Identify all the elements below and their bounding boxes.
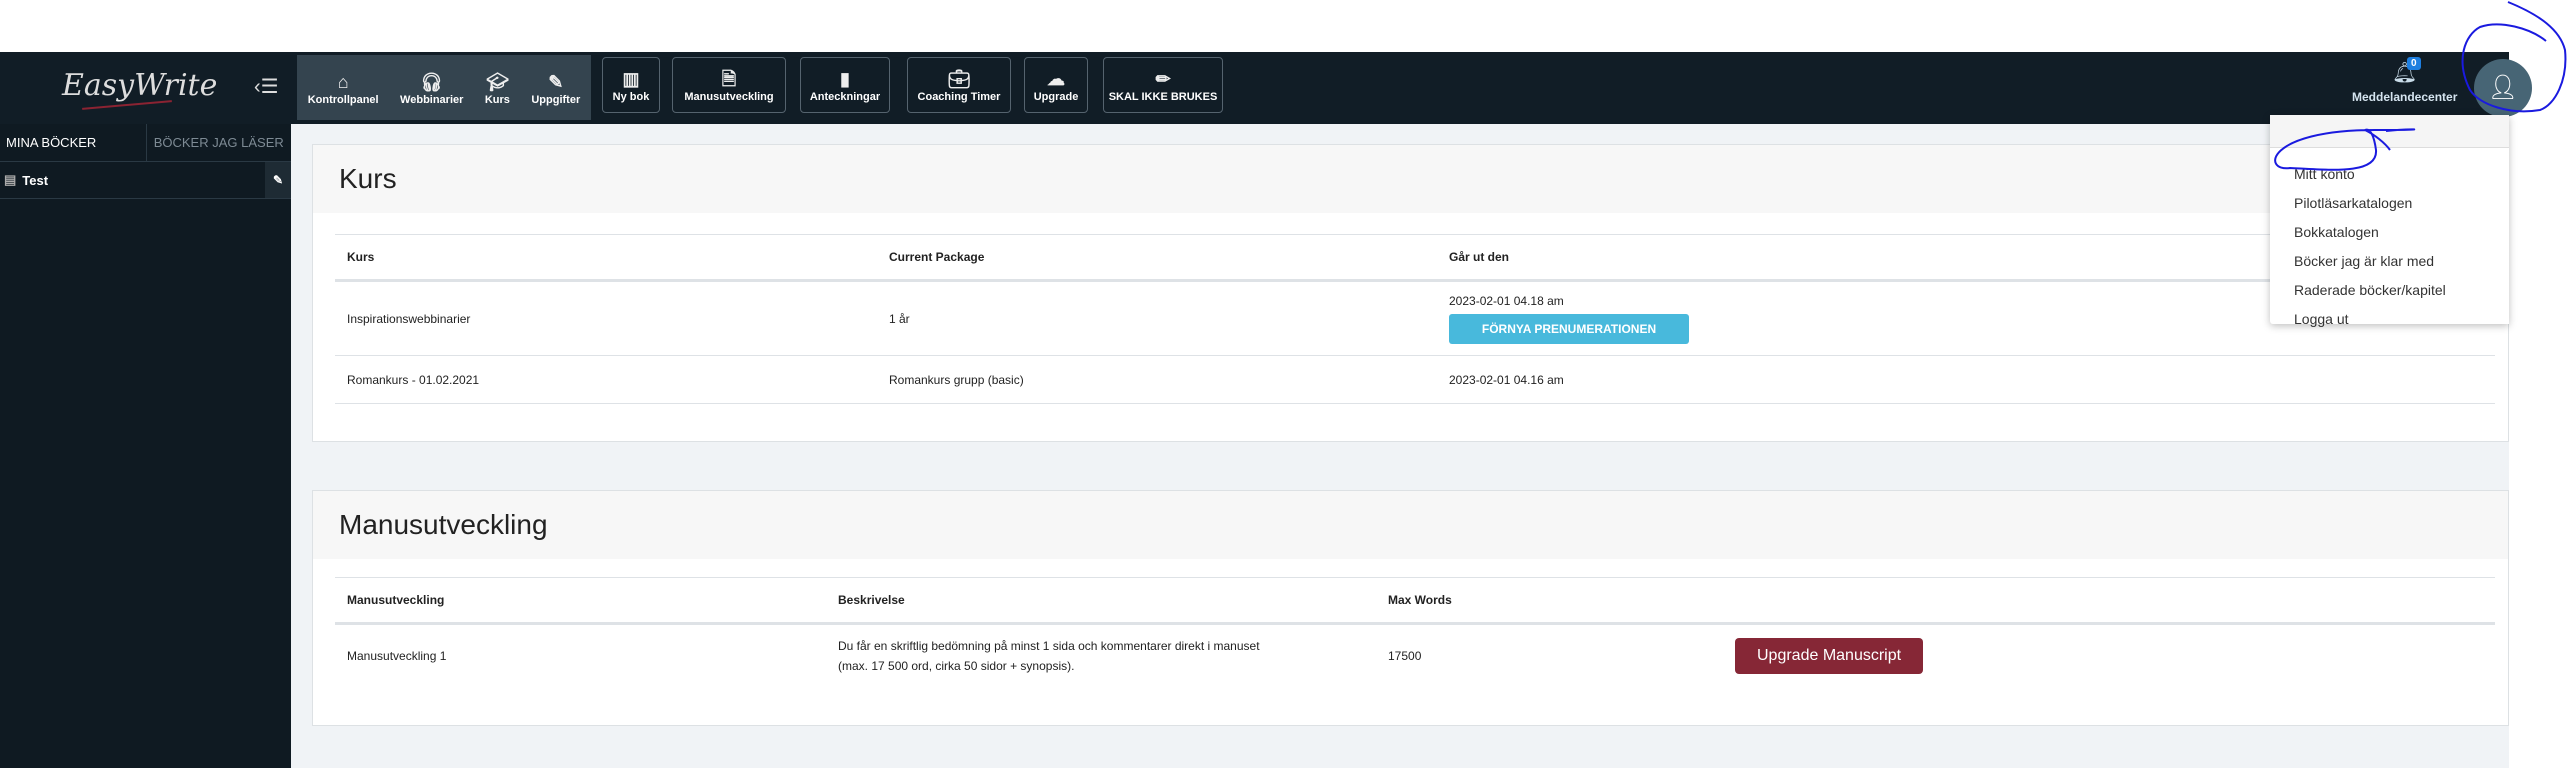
nav-kontrollpanel[interactable]: ⌂ Kontrollpanel — [308, 70, 379, 106]
nav-anteckningar[interactable]: ▮ Anteckningar — [800, 57, 890, 113]
menu-bokkatalogen[interactable]: Bokkatalogen — [2270, 218, 2509, 247]
book-icon: ▤ — [4, 172, 17, 187]
logo-text: EasyWrite — [62, 68, 218, 103]
user-icon: 👤︎ — [2487, 74, 2519, 101]
manus-table: Manusutveckling Beskrivelse Max Words Manu… — [335, 577, 2495, 688]
nav-group: ⌂ Kontrollpanel 🎧︎ Webbinarier 🎓︎ Kurs ✎ Upp… — [297, 55, 591, 120]
cell: Inspirationswebbinarier — [335, 280, 877, 356]
menu-bocker-klar[interactable]: Böcker jag är klar med — [2270, 247, 2509, 276]
note-icon: ▮ — [840, 69, 850, 89]
notification-badge: 0 — [2407, 57, 2421, 70]
table-row: Romankurs - 01.02.2021 Romankurs grupp (b… — [335, 355, 2495, 404]
col-header: Beskrivelse — [826, 577, 1376, 625]
nav-label: Upgrade — [1033, 91, 1079, 103]
kurs-card: Kurs Kurs Current Package Går ut den Inspi… — [312, 144, 2509, 442]
menu-raderade[interactable]: Raderade böcker/kapitel — [2270, 276, 2509, 305]
nav-label: Uppgifter — [531, 93, 581, 106]
main-content: Kurs Kurs Current Package Går ut den Inspi… — [291, 124, 2509, 768]
col-header: Kurs — [335, 234, 877, 282]
nav-kurs[interactable]: 🎓︎ Kurs — [485, 70, 510, 106]
graduation-cap-icon: 🎓︎ — [485, 71, 509, 92]
word-file-icon: 🗎︎ — [721, 69, 737, 89]
book-icon: ▥ — [622, 69, 640, 89]
book-title: Test — [22, 172, 49, 188]
nav-coaching-timer[interactable]: 💼︎ Coaching Timer — [907, 57, 1011, 113]
user-avatar-button[interactable]: 👤︎ — [2474, 59, 2532, 117]
headset-icon: 🎧︎ — [420, 71, 444, 92]
table-row: Manusutveckling 1 Du får en skriftlig bed… — [335, 624, 2495, 688]
nav-label: Anteckningar — [809, 91, 881, 103]
cell: 2023-02-01 04.16 am — [1437, 355, 2495, 404]
nav-upgrade[interactable]: ☁ Upgrade — [1024, 57, 1088, 113]
cell: 17500 — [1388, 649, 1422, 664]
sidebar-toggle-icon[interactable]: ‹☰ — [254, 74, 279, 99]
pen-document-icon: ✎ — [548, 71, 564, 92]
kurs-title: Kurs — [313, 145, 2508, 213]
nav-ny-bok[interactable]: ▥ Ny bok — [602, 57, 660, 113]
briefcase-clock-icon: 💼︎ — [947, 69, 971, 89]
pencil-icon: ✏︎ — [1155, 69, 1171, 89]
cloud-upload-icon: ☁ — [1047, 69, 1065, 89]
cell: (max. 17 500 ord, cirka 50 sidor + synop… — [838, 659, 1075, 674]
renew-subscription-button[interactable]: FÖRNYA PRENUMERATIONEN — [1449, 313, 1689, 344]
cell: Romankurs grupp (basic) — [877, 355, 1437, 404]
cell: 1 år — [877, 280, 1437, 356]
col-header: Max Words — [1376, 577, 1723, 625]
menu-mitt-konto[interactable]: Mitt konto — [2270, 160, 2509, 189]
top-navbar: EasyWrite ‹☰ ⌂ Kontrollpanel 🎧︎ Webbinarie… — [0, 52, 2532, 124]
user-dropdown-menu: Mitt konto Pilotläsarkatalogen Bokkatalo… — [2270, 115, 2509, 327]
nav-skal-ikke-brukes[interactable]: ✏︎ SKAL IKKE BRUKES — [1103, 57, 1223, 113]
logo[interactable]: EasyWrite — [62, 58, 217, 118]
book-item[interactable]: ▤ Test ✎ — [0, 162, 291, 199]
nav-manusutveckling[interactable]: 🗎︎ Manusutveckling — [672, 57, 786, 113]
nav-label: Manusutveckling — [684, 91, 774, 103]
tab-mina-bocker[interactable]: MINA BÖCKER — [0, 124, 146, 161]
menu-logga-ut[interactable]: Logga ut — [2270, 305, 2509, 334]
manus-card: Manusutveckling Manusutveckling Beskrivel… — [312, 490, 2509, 726]
menu-pilotlasarkatalogen[interactable]: Pilotläsarkatalogen — [2270, 189, 2509, 218]
col-header: Current Package — [877, 234, 1437, 282]
table-row: Inspirationswebbinarier 1 år 2023-02-01 04… — [335, 280, 2495, 356]
sidebar: MINA BÖCKER BÖCKER JAG LÄSER ▤ Test ✎ — [0, 124, 291, 768]
nav-label: Ny bok — [612, 91, 650, 103]
nav-webbinarier[interactable]: 🎧︎ Webbinarier — [400, 70, 463, 106]
kurs-table: Kurs Current Package Går ut den Inspiratio… — [335, 234, 2495, 404]
upgrade-manuscript-button[interactable]: Upgrade Manuscript — [1735, 638, 1924, 675]
nav-label: Kontrollpanel — [307, 93, 379, 106]
nav-label: SKAL IKKE BRUKES — [1108, 91, 1218, 103]
edit-icon[interactable]: ✎ — [265, 162, 291, 198]
manus-title: Manusutveckling — [313, 491, 2508, 559]
nav-label: Webbinarier — [400, 93, 464, 106]
tab-bocker-jag-laser[interactable]: BÖCKER JAG LÄSER — [145, 124, 292, 161]
home-icon: ⌂ — [337, 71, 349, 92]
cell: Du får en skriftlig bedömning på minst 1… — [838, 639, 1260, 654]
cell: Manusutveckling 1 — [347, 649, 447, 664]
nav-label: Kurs — [484, 93, 510, 106]
notifications-label[interactable]: Meddelandecenter — [2352, 90, 2457, 104]
nav-uppgifter[interactable]: ✎ Uppgifter — [531, 70, 580, 106]
cell: Romankurs - 01.02.2021 — [335, 355, 877, 404]
col-header: Manusutveckling — [335, 577, 826, 625]
nav-label: Coaching Timer — [917, 91, 1001, 103]
